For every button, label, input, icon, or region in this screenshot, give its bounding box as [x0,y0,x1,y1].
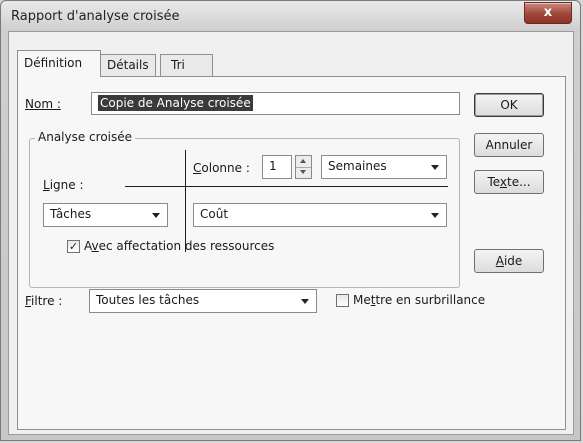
column-unit-select[interactable]: Semaines [321,155,447,179]
tab-details[interactable]: Détails [100,54,156,76]
crosstab-horizontal-divider [125,186,448,187]
row-select-value: Tâches [50,207,92,221]
column-label: Colonne : [193,161,250,175]
name-input[interactable]: Copie de Analyse croisée [91,92,460,115]
highlight-label-pre: Me [353,293,371,307]
checkmark-icon: ✓ [68,240,79,253]
assignments-label-key: v [91,239,99,253]
crosstab-group-title: Analyse croisée [35,130,136,144]
text-button[interactable]: Texte... [474,170,544,194]
assignments-checkbox[interactable]: ✓ [67,240,80,253]
chevron-down-icon [431,165,439,170]
tab-label: Détails [107,58,149,72]
filter-label: Filtre : [25,294,62,308]
tab-label: Définition [24,56,83,70]
close-icon: x [543,5,553,20]
column-count-value: 1 [269,159,277,173]
column-unit-value: Semaines [328,159,387,173]
filter-select[interactable]: Toutes les tâches [89,289,317,313]
dialog-client: Définition Détails Tri Nom : Copie de An… [8,31,574,435]
highlight-checkbox-label[interactable]: Mettre en surbrillance [353,293,485,307]
field-select[interactable]: Coût [193,203,447,227]
help-button-key: A [495,254,504,268]
tab-panel-definition: Nom : Copie de Analyse croisée Analyse c… [17,76,566,430]
cancel-button-label: Annuler [485,138,533,152]
ok-button-label: OK [500,98,518,112]
chevron-down-icon [301,299,309,304]
filter-label-text: iltre : [31,294,63,308]
row-select[interactable]: Tâches [43,203,168,227]
row-label-key: L [43,178,50,192]
tab-definition[interactable]: Définition [17,50,101,77]
name-input-value: Copie de Analyse croisée [98,95,253,111]
name-label-underlined: Nom : [25,97,61,111]
window-title: Rapport d'analyse croisée [11,9,180,24]
assignments-label-pre: A [84,239,92,253]
name-label: Nom : [25,97,61,111]
chevron-down-icon [152,213,160,218]
help-button[interactable]: Aide [474,249,544,273]
chevron-down-icon [431,213,439,218]
assignments-label-post: ec affectation des ressources [98,239,275,253]
text-button-post: te... [507,175,531,189]
title-bar[interactable]: Rapport d'analyse croisée x [1,1,580,31]
ok-button[interactable]: OK [474,93,544,117]
dialog-window: Rapport d'analyse croisée x Définition D… [0,0,581,441]
cancel-button[interactable]: Annuler [474,133,544,157]
highlight-label-post: tre en surbrillance [375,293,486,307]
assignments-checkbox-label[interactable]: Avec affectation des ressources [84,239,274,253]
spin-down-icon[interactable] [296,167,311,178]
column-label-text: olonne : [201,161,250,175]
column-count-spinner[interactable] [295,155,312,179]
tab-label: Tri [171,58,185,72]
text-button-pre: Te [487,175,500,189]
close-button[interactable]: x [524,2,572,24]
crosstab-vertical-divider [185,150,186,252]
text-button-key: x [499,175,508,189]
help-button-text: ide [503,254,523,268]
column-count-input[interactable]: 1 [262,155,292,179]
filter-select-value: Toutes les tâches [96,293,200,307]
tab-tri[interactable]: Tri [160,54,213,76]
field-select-value: Coût [200,207,229,221]
row-label: Ligne : [43,178,83,192]
row-label-text: igne : [49,178,84,192]
highlight-checkbox[interactable] [336,294,349,307]
